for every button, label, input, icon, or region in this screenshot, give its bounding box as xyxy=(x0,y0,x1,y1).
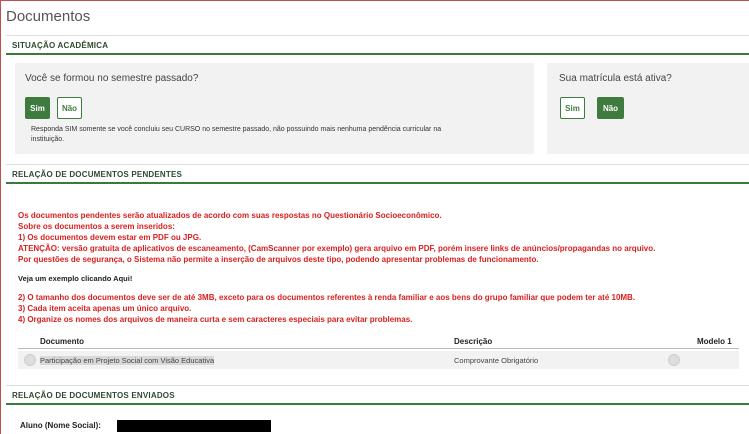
redacted-name xyxy=(117,420,271,432)
rule-line: 3) Cada item aceita apenas um único arqu… xyxy=(18,304,192,313)
formou-hint-line1: Responda SIM somente se você concluiu se… xyxy=(31,126,442,133)
notice-line: Sobre os documentos a serem inseridos: xyxy=(18,222,175,231)
formou-nao-button[interactable]: Não xyxy=(57,97,82,119)
section-header-situacao: SITUAÇÃO ACADÊMICA xyxy=(6,35,749,55)
student-name-label: Aluno (Nome Social): xyxy=(20,421,101,430)
notice-line: Por questões de segurança, o Sistema não… xyxy=(18,255,539,264)
rule-line: 2) O tamanho dos documentos deve ser de … xyxy=(18,293,636,302)
section-title: RELAÇÃO DE DOCUMENTOS PENDENTES xyxy=(12,170,183,179)
matricula-nao-button[interactable]: Não xyxy=(597,97,624,119)
question-formou: Você se formou no semestre passado? xyxy=(25,73,199,84)
panel-formou: Você se formou no semestre passado? Sim … xyxy=(15,63,534,154)
table-header-row: Documento Descrição Modelo 1 xyxy=(18,333,739,349)
notice-line: ATENÇÃO: versão gratuita de aplicativos … xyxy=(18,244,656,253)
notice-line: 1) Os documentos devem estar em PDF ou J… xyxy=(18,233,202,242)
section-header-enviados: RELAÇÃO DE DOCUMENTOS ENVIADOS xyxy=(6,385,749,405)
formou-hint-line2: instituição. xyxy=(31,136,65,143)
col-modelo: Modelo 1 xyxy=(697,337,732,346)
section-title: RELAÇÃO DE DOCUMENTOS ENVIADOS xyxy=(12,391,175,400)
question-matricula: Sua matrícula está ativa? xyxy=(559,73,672,84)
col-documento: Documento xyxy=(40,337,84,346)
cell-documento-text: Participação em Projeto Social com Visão… xyxy=(40,356,215,365)
section-title: SITUAÇÃO ACADÊMICA xyxy=(12,41,109,50)
row-select-radio[interactable] xyxy=(24,354,36,366)
panel-matricula: Sua matrícula está ativa? Sim Não xyxy=(547,63,749,154)
table-row: Participação em Projeto Social com Visão… xyxy=(18,351,739,369)
example-link[interactable]: Veja um exemplo clicando Aqui! xyxy=(18,274,132,283)
notice-line: Os documentos pendentes serão atualizado… xyxy=(18,211,442,220)
page-title: Documentos xyxy=(6,8,91,25)
matricula-sim-button[interactable]: Sim xyxy=(560,97,585,119)
cell-descricao: Comprovante Obrigatório xyxy=(454,356,539,365)
cell-documento: Participação em Projeto Social com Visão… xyxy=(40,356,215,365)
col-descricao: Descrição xyxy=(454,337,493,346)
modelo-download-icon[interactable] xyxy=(668,354,680,366)
section-header-pendentes: RELAÇÃO DE DOCUMENTOS PENDENTES xyxy=(6,164,749,184)
formou-sim-button[interactable]: Sim xyxy=(25,97,50,119)
rule-line: 4) Organize os nomes dos arquivos de man… xyxy=(18,315,413,324)
